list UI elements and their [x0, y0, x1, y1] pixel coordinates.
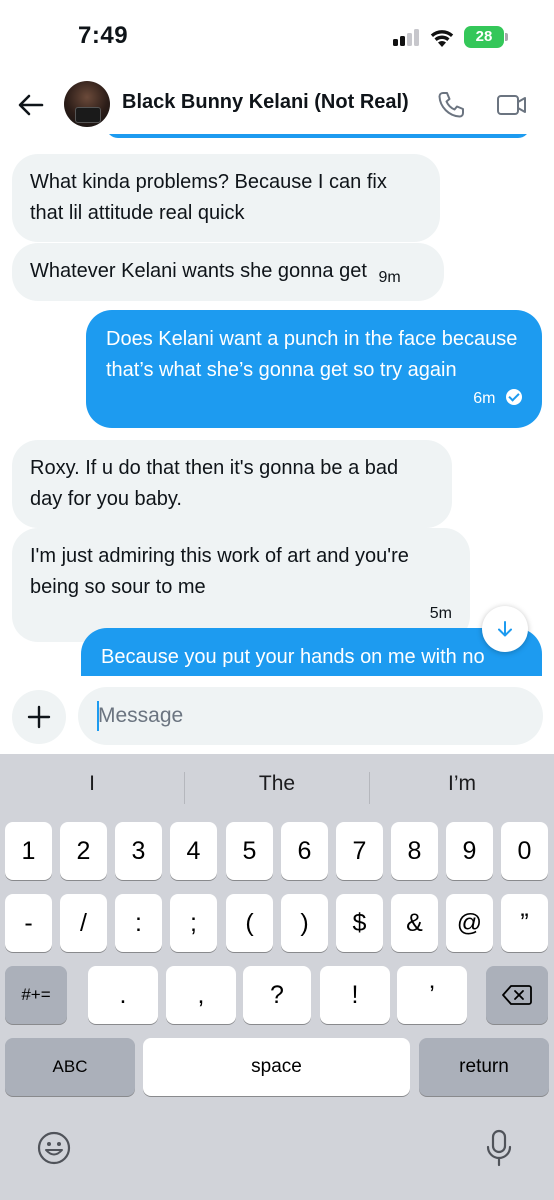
- message-timestamp: 9m: [378, 269, 401, 286]
- message-text: Does Kelani want a punch in the face bec…: [106, 328, 518, 381]
- status-bar: 7:49 28: [0, 0, 554, 76]
- scroll-to-bottom-button[interactable]: [482, 606, 528, 652]
- call-button[interactable]: [434, 88, 468, 122]
- battery-indicator: 28: [464, 26, 508, 48]
- key-ampersand[interactable]: &: [391, 894, 438, 952]
- message-text: Because you put your hands on me with no: [101, 646, 485, 668]
- message-bubble-outgoing[interactable]: Does Kelani want a punch in the face bec…: [86, 310, 542, 428]
- key-question[interactable]: ?: [243, 966, 311, 1024]
- wifi-icon: [428, 26, 456, 48]
- plus-icon: [27, 705, 51, 729]
- key-0[interactable]: 0: [501, 822, 548, 880]
- dictation-button[interactable]: [484, 1128, 514, 1173]
- message-text: Whatever Kelani wants she gonna get: [30, 260, 367, 282]
- key-slash[interactable]: /: [60, 894, 107, 952]
- key-3[interactable]: 3: [115, 822, 162, 880]
- key-period[interactable]: .: [88, 966, 158, 1024]
- message-bubble-incoming[interactable]: I'm just admiring this work of art and y…: [12, 528, 470, 642]
- predictive-bar: I The I’m: [0, 754, 554, 820]
- return-key[interactable]: return: [419, 1038, 549, 1096]
- key-more-symbols[interactable]: #+=: [5, 966, 67, 1024]
- key-6[interactable]: 6: [281, 822, 328, 880]
- video-camera-icon: [497, 95, 526, 115]
- back-button[interactable]: [14, 88, 48, 122]
- message-bubble-incoming[interactable]: What kinda problems? Because I can fix t…: [12, 154, 440, 242]
- message-list[interactable]: What kinda problems? Because I can fix t…: [0, 134, 554, 676]
- key-4[interactable]: 4: [170, 822, 217, 880]
- backspace-icon: [502, 985, 532, 1005]
- key-at[interactable]: @: [446, 894, 493, 952]
- microphone-icon: [486, 1129, 512, 1167]
- suggestion-1[interactable]: I: [0, 772, 184, 796]
- key-quote[interactable]: ”: [501, 894, 548, 952]
- message-text: Roxy. If u do that then it's gonna be a …: [30, 457, 399, 510]
- add-media-button[interactable]: [12, 690, 66, 744]
- key-exclamation[interactable]: !: [320, 966, 390, 1024]
- key-semicolon[interactable]: ;: [170, 894, 217, 952]
- avatar[interactable]: [64, 81, 110, 127]
- key-comma[interactable]: ,: [166, 966, 236, 1024]
- key-9[interactable]: 9: [446, 822, 493, 880]
- message-text: I'm just admiring this work of art and y…: [30, 545, 409, 598]
- key-1[interactable]: 1: [5, 822, 52, 880]
- conversation-header: Black Bunny Kelani (Not Real): [0, 76, 554, 134]
- cellular-signal-icon: [393, 28, 423, 46]
- message-bubble-incoming[interactable]: Whatever Kelani wants she gonna get 9m: [12, 243, 444, 301]
- key-8[interactable]: 8: [391, 822, 438, 880]
- message-timestamp: 6m: [473, 390, 496, 407]
- message-composer: [0, 676, 554, 754]
- key-colon[interactable]: :: [115, 894, 162, 952]
- message-meta: 5m: [30, 597, 452, 629]
- key-2[interactable]: 2: [60, 822, 107, 880]
- emoji-icon: [37, 1131, 71, 1165]
- key-hyphen[interactable]: -: [5, 894, 52, 952]
- key-apostrophe[interactable]: ’: [397, 966, 467, 1024]
- message-bubble-outgoing[interactable]: Because you put your hands on me with no: [81, 628, 542, 676]
- key-5[interactable]: 5: [226, 822, 273, 880]
- emoji-button[interactable]: [36, 1130, 72, 1171]
- space-key[interactable]: space: [143, 1038, 410, 1096]
- key-dollar[interactable]: $: [336, 894, 383, 952]
- message-bubble-incoming[interactable]: Roxy. If u do that then it's gonna be a …: [12, 440, 452, 528]
- scroll-down-arrow-icon: [498, 621, 512, 637]
- key-close-paren[interactable]: ): [281, 894, 328, 952]
- message-meta: 6m: [106, 382, 522, 414]
- status-time: 7:49: [78, 22, 129, 49]
- key-abc[interactable]: ABC: [5, 1038, 135, 1096]
- video-call-button[interactable]: [494, 88, 530, 122]
- key-open-paren[interactable]: (: [226, 894, 273, 952]
- message-text: What kinda problems? Because I can fix t…: [30, 171, 387, 224]
- phone-icon: [438, 92, 464, 118]
- message-input[interactable]: [78, 687, 543, 745]
- message-timestamp: 5m: [429, 605, 452, 622]
- suggestion-3[interactable]: I’m: [370, 772, 554, 796]
- text-cursor: [97, 701, 99, 731]
- backspace-key[interactable]: [486, 966, 548, 1024]
- suggestion-2[interactable]: The: [185, 772, 369, 796]
- battery-level: 28: [464, 26, 504, 48]
- back-arrow-icon: [18, 94, 44, 116]
- key-7[interactable]: 7: [336, 822, 383, 880]
- keyboard: I The I’m 1 2 3 4 5 6 7 8 9 0 - / : ; ( …: [0, 754, 554, 1200]
- read-receipt-icon: [506, 389, 522, 405]
- chat-title[interactable]: Black Bunny Kelani (Not Real): [122, 91, 409, 114]
